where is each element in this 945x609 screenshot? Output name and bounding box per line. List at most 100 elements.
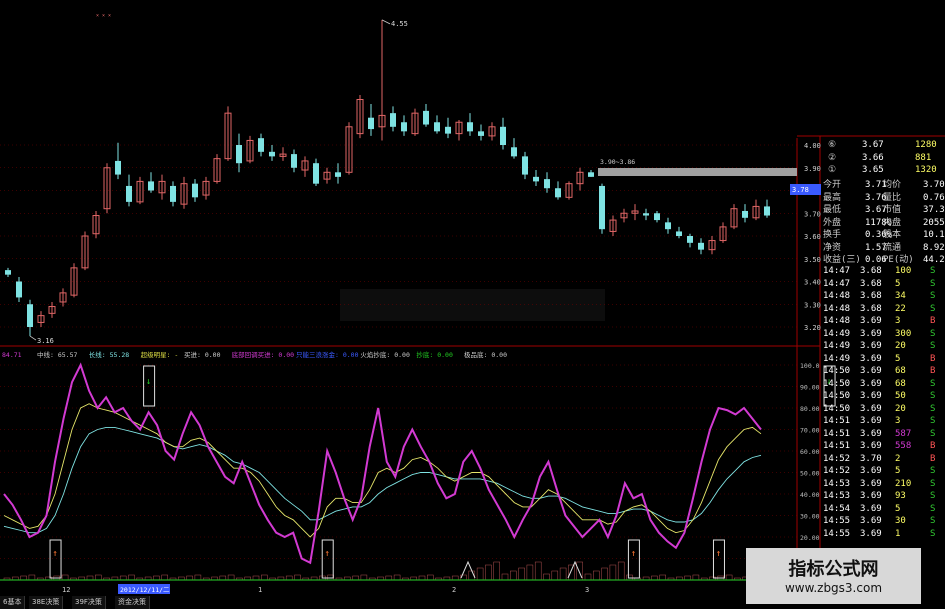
tick-cell: 14:52: [823, 466, 851, 476]
order-row: ⑥ 3.67 1280: [820, 139, 945, 152]
stats-row: 净资1.57流通8.92亿: [823, 242, 945, 253]
masked-region: [340, 289, 605, 321]
price-tick-label: 3.70: [804, 210, 821, 218]
order-row: ① 3.65 1320: [820, 164, 945, 177]
tick-cell: 3.69: [860, 503, 882, 514]
tick-cell: 3.70: [860, 453, 882, 464]
buy-signal-box: [712, 539, 725, 579]
tick-cell: 14:47: [823, 266, 851, 276]
indicator-header-item: 84.71: [2, 351, 22, 359]
bottom-tab-0[interactable]: 6基本: [0, 596, 26, 609]
candle-body: [445, 126, 451, 134]
bottom-tab-2[interactable]: 39F决策: [72, 596, 106, 609]
indicator-header-item: 火焰抄底: 0.00: [360, 350, 410, 359]
stats-cell: 外盘: [823, 217, 842, 228]
tick-row: 14:53 3.69 93 S: [820, 490, 945, 503]
tick-cell: S: [930, 466, 936, 476]
tick-cell: S: [930, 516, 936, 526]
indicator-volume-bar: [161, 574, 168, 581]
indicator-volume-bar: [227, 574, 235, 581]
tick-cell: 3.69: [860, 428, 882, 439]
tick-cell: 14:49: [823, 328, 851, 339]
tick-cell: S: [930, 503, 936, 514]
date-label-1: 1: [258, 586, 262, 594]
indicator-volume-bar: [543, 573, 550, 581]
stock-chart[interactable]: 4.003.903.803.703.603.503.403.303.203.90…: [0, 0, 945, 609]
tick-cell: 3: [895, 416, 901, 426]
indicator-volume-bar: [510, 570, 517, 581]
indicator-tick-label: 80.00: [800, 405, 820, 413]
candle-body: [665, 222, 671, 230]
low-pointer: [29, 335, 37, 341]
tick-cell: S: [930, 491, 936, 501]
indicator-volume-bar: [584, 573, 592, 581]
buy-arrow: ↑: [52, 549, 57, 559]
tick-cell: S: [930, 341, 936, 351]
candle-body: [5, 270, 11, 275]
tick-cell: 14:51: [823, 416, 851, 426]
candle-body: [522, 156, 528, 175]
stock-stats: 今开3.71均价3.70 最高3.76量比0.76 最低3.67市值37.3亿外盘1…: [820, 179, 945, 267]
candle-body: [654, 213, 660, 221]
tick-cell: 14:49: [823, 353, 851, 364]
candle-body: [698, 242, 704, 250]
buy-arrow: ↑: [716, 549, 721, 559]
candle-body: [643, 213, 649, 216]
stats-row: 换手0.36%股本10.1亿: [823, 230, 945, 240]
tick-cell: 3.69: [860, 528, 882, 539]
bottom-tab-3[interactable]: 资金决策: [115, 596, 150, 609]
triangle-marker: [567, 560, 583, 579]
stats-cell: 股本: [883, 230, 902, 240]
indicator-volume-bar: [294, 574, 301, 581]
candle-body: [390, 113, 396, 127]
tick-cell: 14:49: [823, 341, 851, 351]
tick-row: 14:47 3.68 100 S: [820, 265, 945, 278]
candle-body: [27, 304, 33, 327]
candle-body: [742, 210, 748, 218]
date-label-2: 2: [452, 586, 456, 594]
tick-cell: 3.69: [860, 328, 882, 339]
price-tick-label: 3.40: [804, 279, 821, 287]
order-cell: 1280: [915, 140, 937, 150]
indicator-volume-bar: [659, 574, 666, 581]
price-tick-label: 3.20: [804, 324, 821, 332]
tick-cell: 14:48: [823, 303, 851, 314]
tick-cell: 14:48: [823, 291, 851, 301]
indicator-volume-bar: [534, 561, 542, 581]
indicator-volume-bar: [551, 570, 559, 581]
low-label: 3.16: [37, 337, 54, 345]
tick-row: 14:47 3.68 5 S: [820, 278, 945, 291]
mid-line: [3, 403, 762, 538]
tick-cell: 5: [895, 503, 901, 514]
tick-cell: 14:52: [823, 453, 851, 464]
tick-row: 14:51 3.69 587 S: [820, 428, 945, 441]
tick-cell: 14:50: [823, 378, 851, 389]
order-cell: ②: [828, 152, 837, 163]
stats-row: 最低3.67市值37.3亿: [823, 205, 945, 215]
order-cell: 3.66: [862, 152, 884, 163]
current-price-label: 3.78: [792, 186, 809, 194]
candle-body: [291, 154, 297, 168]
indicator-tick-label: 50.00: [800, 470, 820, 478]
bottom-tab-1[interactable]: 38E决策: [29, 596, 64, 609]
indicator-volume-bar: [393, 574, 401, 581]
tick-cell: 3.69: [860, 466, 882, 476]
tick-cell: 558: [895, 441, 912, 451]
indicator-tick-label: 90.00: [800, 384, 820, 392]
indicator-volume-bar: [493, 561, 500, 581]
top-right-blank: [533, 0, 945, 136]
indicator-volume-bar: [559, 567, 567, 581]
candle-body: [588, 172, 594, 177]
buy-signal-box: [49, 539, 62, 579]
tick-cell: 68: [895, 378, 906, 389]
candle-body: [467, 122, 473, 132]
tick-cell: 93: [895, 491, 906, 501]
tick-cell: 20: [895, 341, 906, 351]
tick-cell: 3.68: [860, 266, 882, 276]
watermark-logo: 指标公式网 www.zbgs3.com: [746, 548, 921, 604]
indicator-tick-label: 70.00: [800, 427, 820, 435]
tick-cell: 3.68: [860, 278, 882, 289]
order-row: ② 3.66 881: [820, 152, 945, 165]
tick-cell: B: [930, 366, 936, 376]
tick-cell: 3.68: [860, 303, 882, 314]
